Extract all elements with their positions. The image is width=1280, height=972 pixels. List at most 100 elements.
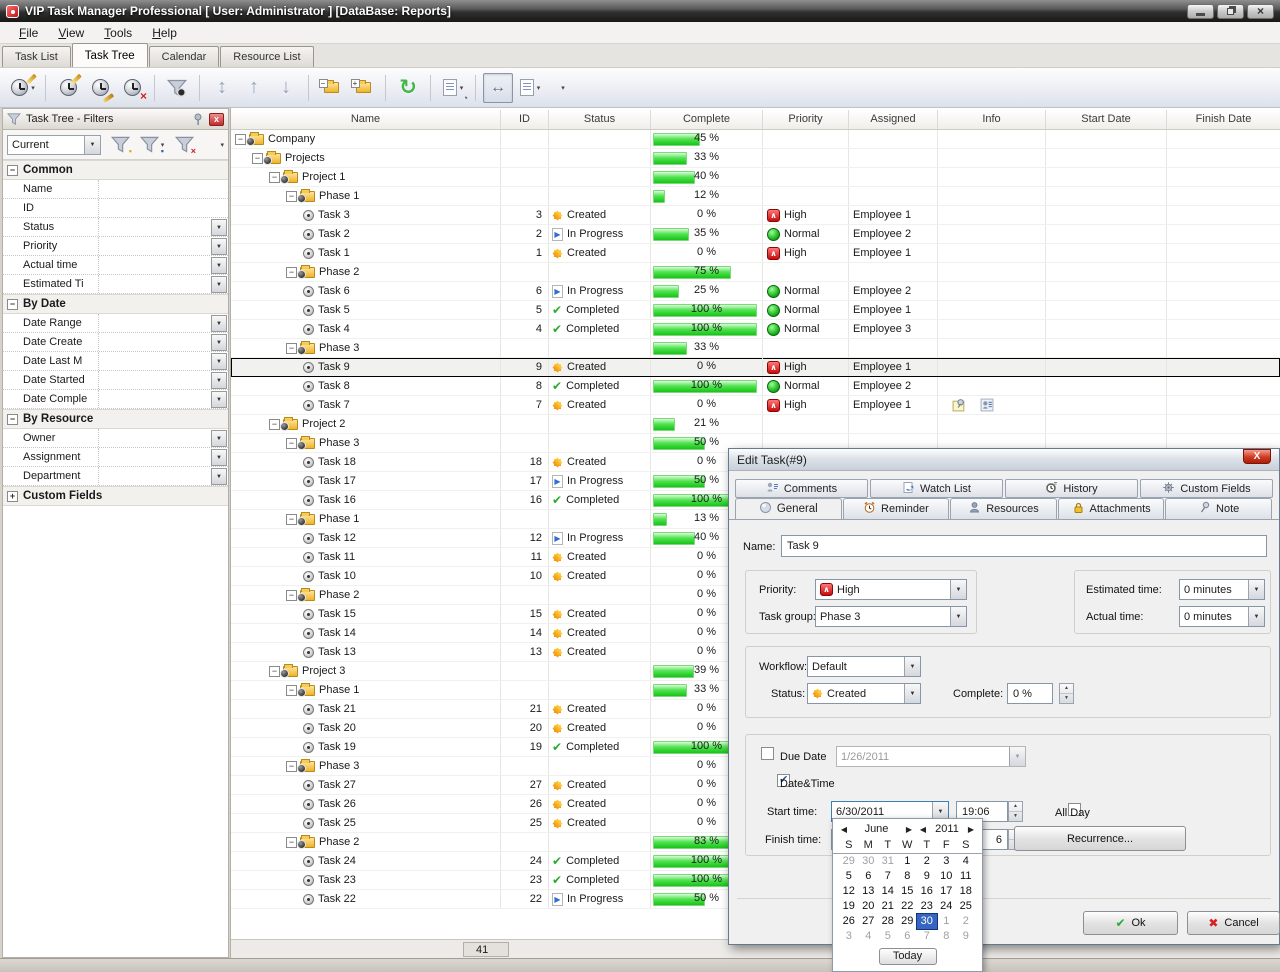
estimated-time-dropdown-button[interactable]: ▼ bbox=[1248, 580, 1264, 599]
tree-expand-toggle[interactable]: − bbox=[269, 666, 280, 677]
filter-row-date-comple[interactable]: Date Comple▼ bbox=[3, 390, 228, 409]
calendar-day[interactable]: 8 bbox=[898, 869, 918, 884]
calendar-day[interactable]: 29 bbox=[898, 914, 918, 929]
table-row[interactable]: −Project 221 % bbox=[231, 415, 1280, 434]
move-updown-button[interactable]: ↕ bbox=[207, 73, 237, 103]
column-header-finish-date[interactable]: Finish Date bbox=[1167, 110, 1280, 129]
filter-row-id[interactable]: ID bbox=[3, 199, 228, 218]
status-dropdown-button[interactable]: ▼ bbox=[904, 684, 920, 703]
calendar-day[interactable]: 9 bbox=[917, 869, 937, 884]
filter-row-date-started[interactable]: Date Started▼ bbox=[3, 371, 228, 390]
dialog-tab-resources[interactable]: Resources bbox=[950, 498, 1057, 520]
filter-value-area[interactable] bbox=[99, 218, 211, 236]
dialog-tab-comments[interactable]: Comments bbox=[735, 479, 868, 498]
table-row[interactable]: Task 33Created0 %∧HighEmployee 1 bbox=[231, 206, 1280, 225]
calendar-day[interactable]: 13 bbox=[859, 884, 879, 899]
table-row[interactable]: −Projects33 % bbox=[231, 149, 1280, 168]
calendar-day[interactable]: 6 bbox=[898, 929, 918, 944]
table-row[interactable]: Task 99Created0 %∧HighEmployee 1 bbox=[231, 358, 1280, 377]
actual-time-combo[interactable]: 0 minutes ▼ bbox=[1179, 606, 1265, 627]
fit-columns-button[interactable]: ↔ bbox=[483, 73, 513, 103]
calendar-day[interactable]: 19 bbox=[839, 899, 859, 914]
table-row[interactable]: Task 11Created0 %∧HighEmployee 1 bbox=[231, 244, 1280, 263]
calendar-day[interactable]: 25 bbox=[956, 899, 976, 914]
clear-filter-button[interactable]: × bbox=[171, 133, 197, 157]
tree-expand-toggle[interactable]: − bbox=[235, 134, 246, 145]
tree-expand-toggle[interactable]: − bbox=[286, 343, 297, 354]
refresh-button[interactable]: ↻ bbox=[393, 73, 423, 103]
calendar-day[interactable]: 10 bbox=[937, 869, 957, 884]
section-expand-toggle[interactable]: − bbox=[7, 414, 18, 425]
calendar-day[interactable]: 20 bbox=[859, 899, 879, 914]
reports-button[interactable]: ▾ bbox=[515, 73, 545, 103]
calendar-day[interactable]: 21 bbox=[878, 899, 898, 914]
new-task-button[interactable]: ▾ bbox=[8, 73, 38, 103]
recurrence-button[interactable]: Recurrence... bbox=[1014, 826, 1186, 851]
toolbar-overflow[interactable]: ▾ bbox=[547, 73, 577, 103]
calendar-day[interactable]: 9 bbox=[956, 929, 976, 944]
dialog-tab-history[interactable]: History bbox=[1005, 479, 1138, 498]
tree-expand-toggle[interactable]: − bbox=[269, 419, 280, 430]
filter-dropdown-button[interactable]: ▼ bbox=[211, 372, 227, 389]
expand-all-button[interactable]: + bbox=[348, 73, 378, 103]
filter-row-date-last-m[interactable]: Date Last M▼ bbox=[3, 352, 228, 371]
table-row[interactable]: −Project 140 % bbox=[231, 168, 1280, 187]
calendar-day[interactable]: 7 bbox=[878, 869, 898, 884]
create-task-button[interactable] bbox=[53, 73, 83, 103]
menu-item-file[interactable]: File bbox=[10, 24, 47, 42]
filter-section-by-resource[interactable]: −By Resource bbox=[3, 409, 228, 429]
menu-item-tools[interactable]: Tools bbox=[95, 24, 141, 42]
table-row[interactable]: Task 77Created0 %∧HighEmployee 1 bbox=[231, 396, 1280, 415]
column-header-status[interactable]: Status bbox=[549, 110, 651, 129]
pin-icon[interactable] bbox=[192, 113, 204, 125]
filter-value-area[interactable] bbox=[99, 237, 211, 255]
workflow-combo[interactable]: Default ▼ bbox=[807, 656, 921, 677]
calendar-day[interactable]: 2 bbox=[917, 854, 937, 869]
dialog-tab-note[interactable]: Note bbox=[1165, 498, 1272, 520]
tree-expand-toggle[interactable]: − bbox=[286, 514, 297, 525]
column-header-info[interactable]: Info bbox=[938, 110, 1046, 129]
table-row[interactable]: −Phase 112 % bbox=[231, 187, 1280, 206]
tree-expand-toggle[interactable]: − bbox=[286, 685, 297, 696]
filter-value-area[interactable] bbox=[99, 314, 211, 332]
section-expand-toggle[interactable]: + bbox=[7, 491, 18, 502]
prev-month-arrow[interactable]: ◀ bbox=[838, 825, 850, 834]
calendar-day[interactable]: 24 bbox=[937, 899, 957, 914]
table-row[interactable]: Task 66▶In Progress25 %NormalEmployee 2 bbox=[231, 282, 1280, 301]
section-expand-toggle[interactable]: − bbox=[7, 299, 18, 310]
filter-value-area[interactable] bbox=[99, 429, 211, 447]
calendar-day[interactable]: 3 bbox=[839, 929, 859, 944]
filter-row-owner[interactable]: Owner▼ bbox=[3, 429, 228, 448]
table-row[interactable]: −Company45 % bbox=[231, 130, 1280, 149]
move-up-button[interactable]: ↑ bbox=[239, 73, 269, 103]
filter-row-date-create[interactable]: Date Create▼ bbox=[3, 333, 228, 352]
tree-expand-toggle[interactable]: − bbox=[286, 267, 297, 278]
dialog-tab-custom-fields[interactable]: Custom Fields bbox=[1140, 479, 1273, 498]
calendar-day[interactable]: 5 bbox=[878, 929, 898, 944]
table-row[interactable]: Task 44✔Completed100 %NormalEmployee 3 bbox=[231, 320, 1280, 339]
filter-preset-combo[interactable]: Current ▼ bbox=[7, 135, 101, 155]
calendar-day[interactable]: 1 bbox=[898, 854, 918, 869]
filter-dropdown-button[interactable]: ▼ bbox=[211, 353, 227, 370]
calendar-day[interactable]: 26 bbox=[839, 914, 859, 929]
filter-dropdown-button[interactable]: ▼ bbox=[211, 334, 227, 351]
filter-dropdown-button[interactable]: ▼ bbox=[211, 276, 227, 293]
calendar-day[interactable]: 5 bbox=[839, 869, 859, 884]
menu-item-help[interactable]: Help bbox=[143, 24, 186, 42]
calendar-day[interactable]: 30 bbox=[917, 914, 937, 929]
calendar-day[interactable]: 18 bbox=[956, 884, 976, 899]
tree-expand-toggle[interactable]: − bbox=[286, 761, 297, 772]
filter-dropdown-button[interactable]: ▼ bbox=[211, 468, 227, 485]
filter-value-area[interactable] bbox=[99, 390, 211, 408]
workflow-dropdown-button[interactable]: ▼ bbox=[904, 657, 920, 676]
estimated-time-combo[interactable]: 0 minutes ▼ bbox=[1179, 579, 1265, 600]
save-filter-button[interactable]: ▪ ▾ bbox=[139, 133, 165, 157]
edit-task-button[interactable] bbox=[85, 73, 115, 103]
calendar-day[interactable]: 8 bbox=[937, 929, 957, 944]
task-group-combo[interactable]: Phase 3 ▼ bbox=[815, 606, 967, 627]
table-row[interactable]: Task 88✔Completed100 %NormalEmployee 2 bbox=[231, 377, 1280, 396]
restore-button[interactable] bbox=[1217, 4, 1244, 19]
table-row[interactable]: −Phase 275 % bbox=[231, 263, 1280, 282]
filter-button[interactable] bbox=[162, 73, 192, 103]
next-month-arrow[interactable]: ▶ bbox=[903, 825, 915, 834]
